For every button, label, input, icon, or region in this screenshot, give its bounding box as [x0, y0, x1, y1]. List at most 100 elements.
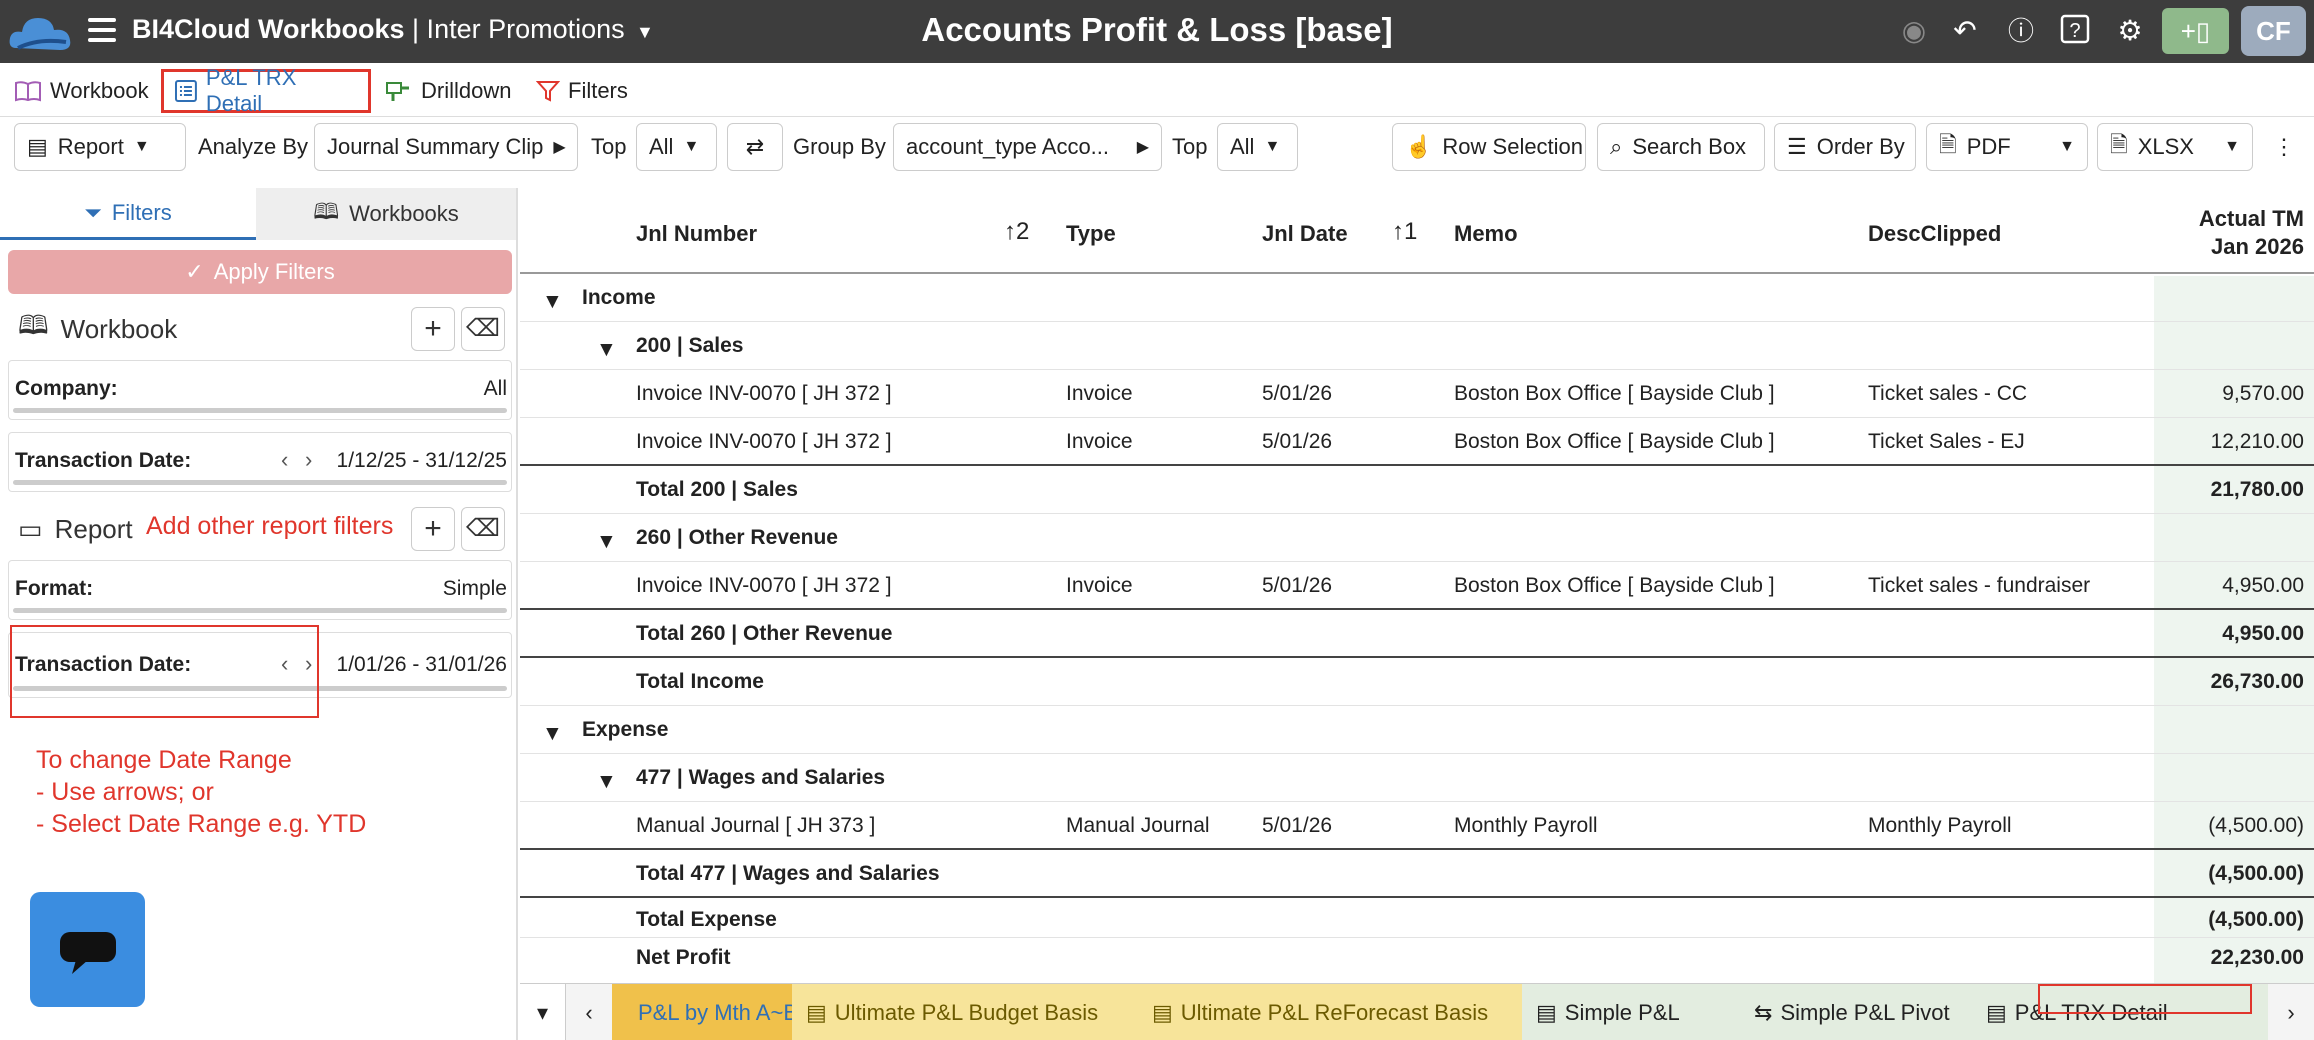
cell-amount: 26,730.00 [2210, 670, 2304, 693]
pdf-icon: 🗎 [1939, 132, 1957, 157]
col-actual-period[interactable]: Jan 2026 [2211, 234, 2304, 260]
sheet-tab-simple-pl[interactable]: ▤ Simple P&L [1522, 984, 1740, 1040]
table-row[interactable]: Invoice INV-0070 [ JH 372 ] Invoice 5/01… [520, 562, 2314, 610]
cell-amount: 12,210.00 [2210, 430, 2304, 453]
cell-desc: Monthly Payroll [1868, 814, 2012, 837]
tab-workbook[interactable]: Workbook [14, 69, 149, 113]
chevron-right-icon[interactable]: › [2268, 984, 2314, 1040]
chevron-left-icon[interactable]: ‹ [281, 447, 288, 473]
total-row-other-revenue[interactable]: Total 260 | Other Revenue 4,950.00 [520, 610, 2314, 658]
tab-pl-trx-detail[interactable]: P&L TRX Detail [161, 65, 371, 116]
pivot-icon: ⇆ [1754, 999, 1773, 1025]
group-row-expense[interactable]: ▼ Expense [520, 706, 2314, 754]
report-dropdown[interactable]: ▤ Report ▼ [14, 123, 186, 171]
tab-sidebar-filters[interactable]: ⏷ Filters [0, 188, 256, 240]
export-icon: 🗎 [2110, 132, 2128, 157]
sort-order-2[interactable]: ↑2 [1004, 218, 1029, 246]
collapse-caret-icon[interactable]: ▼ [596, 770, 617, 794]
xlsx-button[interactable]: 🗎 XLSX ▼ [2097, 123, 2253, 171]
analyze-by-select[interactable]: Journal Summary Clip ▶ [314, 123, 578, 171]
total-row-sales[interactable]: Total 200 | Sales 21,780.00 [520, 466, 2314, 514]
col-jnl-date[interactable]: Jnl Date [1262, 221, 1348, 247]
col-actual-tm[interactable]: Actual TM [2199, 206, 2304, 232]
collapse-caret-icon[interactable]: ▼ [542, 722, 563, 746]
app-title[interactable]: BI4Cloud Workbooks | Inter Promotions [132, 14, 625, 45]
sheet-tab-label: Ultimate P&L Budget Basis [834, 999, 1099, 1025]
chevron-left-icon[interactable]: ‹ [566, 984, 612, 1040]
row-label: Total 260 | Other Revenue [636, 622, 893, 645]
add-report-filter-button[interactable]: + [411, 507, 455, 551]
collapse-caret-icon[interactable]: ▼ [596, 338, 617, 362]
book-icon: 🕮 [313, 199, 340, 224]
more-options-icon[interactable]: ⋮ [2262, 123, 2306, 171]
company-value: All [483, 377, 507, 400]
group-row-wages[interactable]: ▼ 477 | Wages and Salaries [520, 754, 2314, 802]
group-row-other-revenue[interactable]: ▼ 260 | Other Revenue [520, 514, 2314, 562]
col-jnl-number[interactable]: Jnl Number [636, 221, 757, 247]
toolbar: ▤ Report ▼ Analyze By Journal Summary Cl… [0, 117, 2314, 177]
eraser-icon[interactable]: ⌫ [461, 507, 505, 551]
sheet-tab-simple-pl-pivot[interactable]: ⇆ Simple P&L Pivot [1740, 984, 1972, 1040]
row-label: Expense [582, 718, 669, 741]
eye-icon[interactable]: ◉ [1897, 14, 1931, 48]
total-row-wages[interactable]: Total 477 | Wages and Salaries (4,500.00… [520, 850, 2314, 898]
list-icon: ▤ [1152, 999, 1173, 1025]
top-select-2[interactable]: All ▼ [1217, 123, 1298, 171]
info-icon[interactable]: ⓘ [2004, 14, 2038, 48]
cell-jnl-number: Invoice INV-0070 [ JH 372 ] [636, 574, 892, 597]
total-row-income[interactable]: Total Income 26,730.00 [520, 658, 2314, 706]
help-icon[interactable]: ? [2058, 14, 2092, 48]
collapse-caret-icon[interactable]: ▼ [542, 290, 563, 314]
company-filter[interactable]: Company: All [8, 360, 512, 420]
collapse-caret-icon[interactable]: ▼ [596, 530, 617, 554]
net-profit-row[interactable]: Net Profit 22,230.00 [520, 938, 2314, 978]
top-value: All [649, 134, 674, 159]
row-selection-label: Row Selection [1442, 134, 1584, 159]
apply-filters-button[interactable]: ✓ Apply Filters [8, 250, 512, 294]
col-desc-clipped[interactable]: DescClipped [1868, 221, 2001, 247]
table-row[interactable]: Invoice INV-0070 [ JH 372 ] Invoice 5/01… [520, 418, 2314, 466]
add-workbook-filter-button[interactable]: + [411, 307, 455, 351]
tab-drilldown[interactable]: Drilldown [385, 69, 511, 113]
tab-sidebar-workbooks[interactable]: 🕮 Workbooks [256, 188, 516, 240]
undo-icon[interactable]: ↶ [1948, 14, 1982, 48]
order-by-button[interactable]: ☰ Order By [1774, 123, 1916, 171]
col-type[interactable]: Type [1066, 221, 1116, 247]
pdf-button[interactable]: 🗎 PDF ▼ [1926, 123, 2088, 171]
top-label: Top [591, 134, 627, 159]
swap-button[interactable]: ⇄ [727, 123, 783, 171]
eraser-icon[interactable]: ⌫ [461, 307, 505, 351]
total-row-expense[interactable]: Total Expense (4,500.00) [520, 898, 2314, 938]
tab-filters[interactable]: Filters [536, 69, 628, 113]
tab-filters-label: Filters [568, 78, 628, 103]
sheet-menu-icon[interactable]: ▾ [520, 984, 566, 1040]
chevron-down-icon[interactable]: ▼ [636, 22, 654, 43]
add-workbook-button[interactable]: +▯ [2162, 8, 2229, 54]
group-row-income[interactable]: ▼ Income [520, 274, 2314, 322]
settings-icon[interactable]: ⚙ [2113, 14, 2147, 48]
sheet-tab-pl-by-mth[interactable]: P&L by Mth A~B [612, 984, 812, 1040]
format-filter[interactable]: Format: Simple [8, 560, 512, 620]
table-row[interactable]: Manual Journal [ JH 373 ] Manual Journal… [520, 802, 2314, 850]
group-by-value: account_type Acco... [906, 134, 1110, 159]
col-memo[interactable]: Memo [1454, 221, 1518, 247]
title-bar: BI4Cloud Workbooks | Inter Promotions ▼ … [0, 0, 2314, 63]
sort-order-1[interactable]: ↑1 [1392, 218, 1417, 246]
chevron-right-icon[interactable]: › [305, 447, 312, 473]
top-select[interactable]: All ▼ [636, 123, 717, 171]
avatar[interactable]: CF [2241, 6, 2306, 56]
list-icon [174, 80, 197, 102]
sheet-tab-budget-basis[interactable]: ▤ Ultimate P&L Budget Basis [792, 984, 1138, 1040]
filter-sidebar: ⏷ Filters 🕮 Workbooks ✓ Apply Filters 🕮 … [0, 188, 518, 1040]
menu-icon[interactable] [88, 18, 116, 42]
sheet-tab-reforecast-basis[interactable]: ▤ Ultimate P&L ReForecast Basis [1138, 984, 1522, 1040]
search-box-button[interactable]: ⌕ Search Box [1597, 123, 1765, 171]
group-by-select[interactable]: account_type Acco... ▶ [893, 123, 1162, 171]
chat-button[interactable] [30, 892, 145, 1007]
row-selection-button[interactable]: ☝ Row Selection [1392, 123, 1586, 171]
group-row-sales[interactable]: ▼ 200 | Sales [520, 322, 2314, 370]
app-name: BI4Cloud Workbooks [132, 14, 405, 44]
help-text-line3: - Select Date Range e.g. YTD [36, 810, 367, 838]
table-row[interactable]: Invoice INV-0070 [ JH 372 ] Invoice 5/01… [520, 370, 2314, 418]
workbook-date-filter[interactable]: Transaction Date: ‹ › 1/12/25 - 31/12/25 [8, 432, 512, 492]
